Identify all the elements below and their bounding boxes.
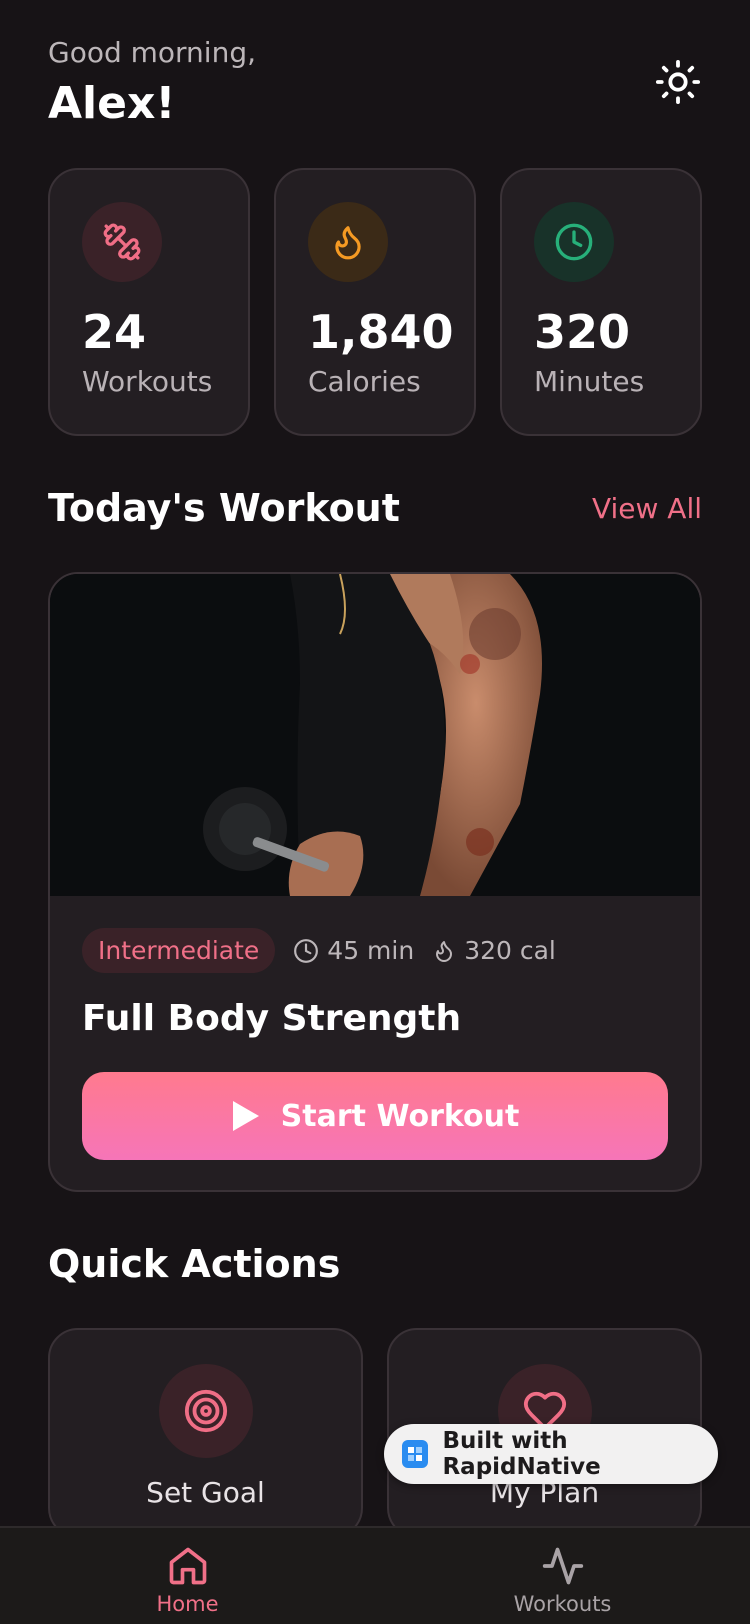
duration-text: 45 min — [327, 936, 415, 965]
workout-meta: Intermediate 45 min 320 cal — [82, 928, 556, 973]
stats-row: 24 Workouts 1,840 Calories 320 Minutes — [48, 168, 702, 436]
sun-icon — [655, 59, 701, 105]
stat-value: 24 — [82, 305, 147, 359]
view-all-link[interactable]: View All — [592, 492, 702, 525]
clock-icon — [555, 223, 593, 261]
stat-card-minutes: 320 Minutes — [500, 168, 702, 436]
workout-card[interactable]: Intermediate 45 min 320 cal Full Body St… — [48, 572, 702, 1192]
calories-text: 320 cal — [464, 936, 556, 965]
start-workout-button[interactable]: Start Workout — [82, 1072, 668, 1160]
stat-card-calories: 1,840 Calories — [274, 168, 476, 436]
stat-label: Minutes — [534, 365, 645, 398]
flame-icon — [436, 940, 453, 962]
header: Good morning, Alex! — [48, 36, 702, 136]
stat-icon-circle — [82, 202, 162, 282]
play-icon — [232, 1101, 259, 1131]
built-with-label: Built with RapidNative — [442, 1428, 601, 1480]
stat-value: 320 — [534, 305, 631, 359]
built-with-badge[interactable]: Built with RapidNative — [384, 1424, 718, 1484]
greeting-text: Good morning, — [48, 36, 257, 69]
tab-label: Home — [156, 1592, 219, 1616]
calories-meta: 320 cal — [432, 936, 556, 965]
theme-toggle-button[interactable] — [654, 58, 702, 106]
stat-card-workouts: 24 Workouts — [48, 168, 250, 436]
tab-label: Workouts — [513, 1592, 612, 1616]
quick-action-icon-circle — [158, 1364, 253, 1458]
bottom-tab-bar: Home Workouts — [0, 1526, 750, 1624]
stat-value: 1,840 — [308, 305, 454, 359]
duration-meta: 45 min — [293, 936, 414, 965]
workout-title: Full Body Strength — [82, 998, 462, 1039]
clock-icon — [294, 938, 319, 963]
stat-label: Workouts — [82, 365, 213, 398]
tab-workouts[interactable]: Workouts — [375, 1528, 750, 1624]
activity-icon — [542, 1547, 583, 1585]
start-workout-label: Start Workout — [280, 1098, 520, 1134]
rapidnative-logo-icon — [402, 1440, 429, 1468]
home-icon — [169, 1547, 206, 1585]
athlete-illustration — [50, 574, 700, 896]
quick-actions-header: Quick Actions — [48, 1242, 702, 1286]
user-name: Alex! — [48, 78, 176, 129]
tab-home[interactable]: Home — [0, 1528, 375, 1624]
flame-icon — [335, 226, 361, 260]
difficulty-badge: Intermediate — [82, 928, 276, 973]
todays-workout-header: Today's Workout View All — [48, 486, 702, 530]
dumbbell-icon — [103, 223, 141, 261]
quick-action-label: Set Goal — [146, 1476, 265, 1509]
stat-label: Calories — [308, 365, 421, 398]
workout-image — [50, 574, 700, 896]
stat-icon-circle — [534, 202, 614, 282]
quick-action-set-goal[interactable]: Set Goal — [48, 1328, 363, 1538]
section-title: Quick Actions — [48, 1242, 341, 1286]
target-icon — [184, 1389, 227, 1433]
stat-icon-circle — [308, 202, 388, 282]
section-title: Today's Workout — [48, 486, 400, 530]
